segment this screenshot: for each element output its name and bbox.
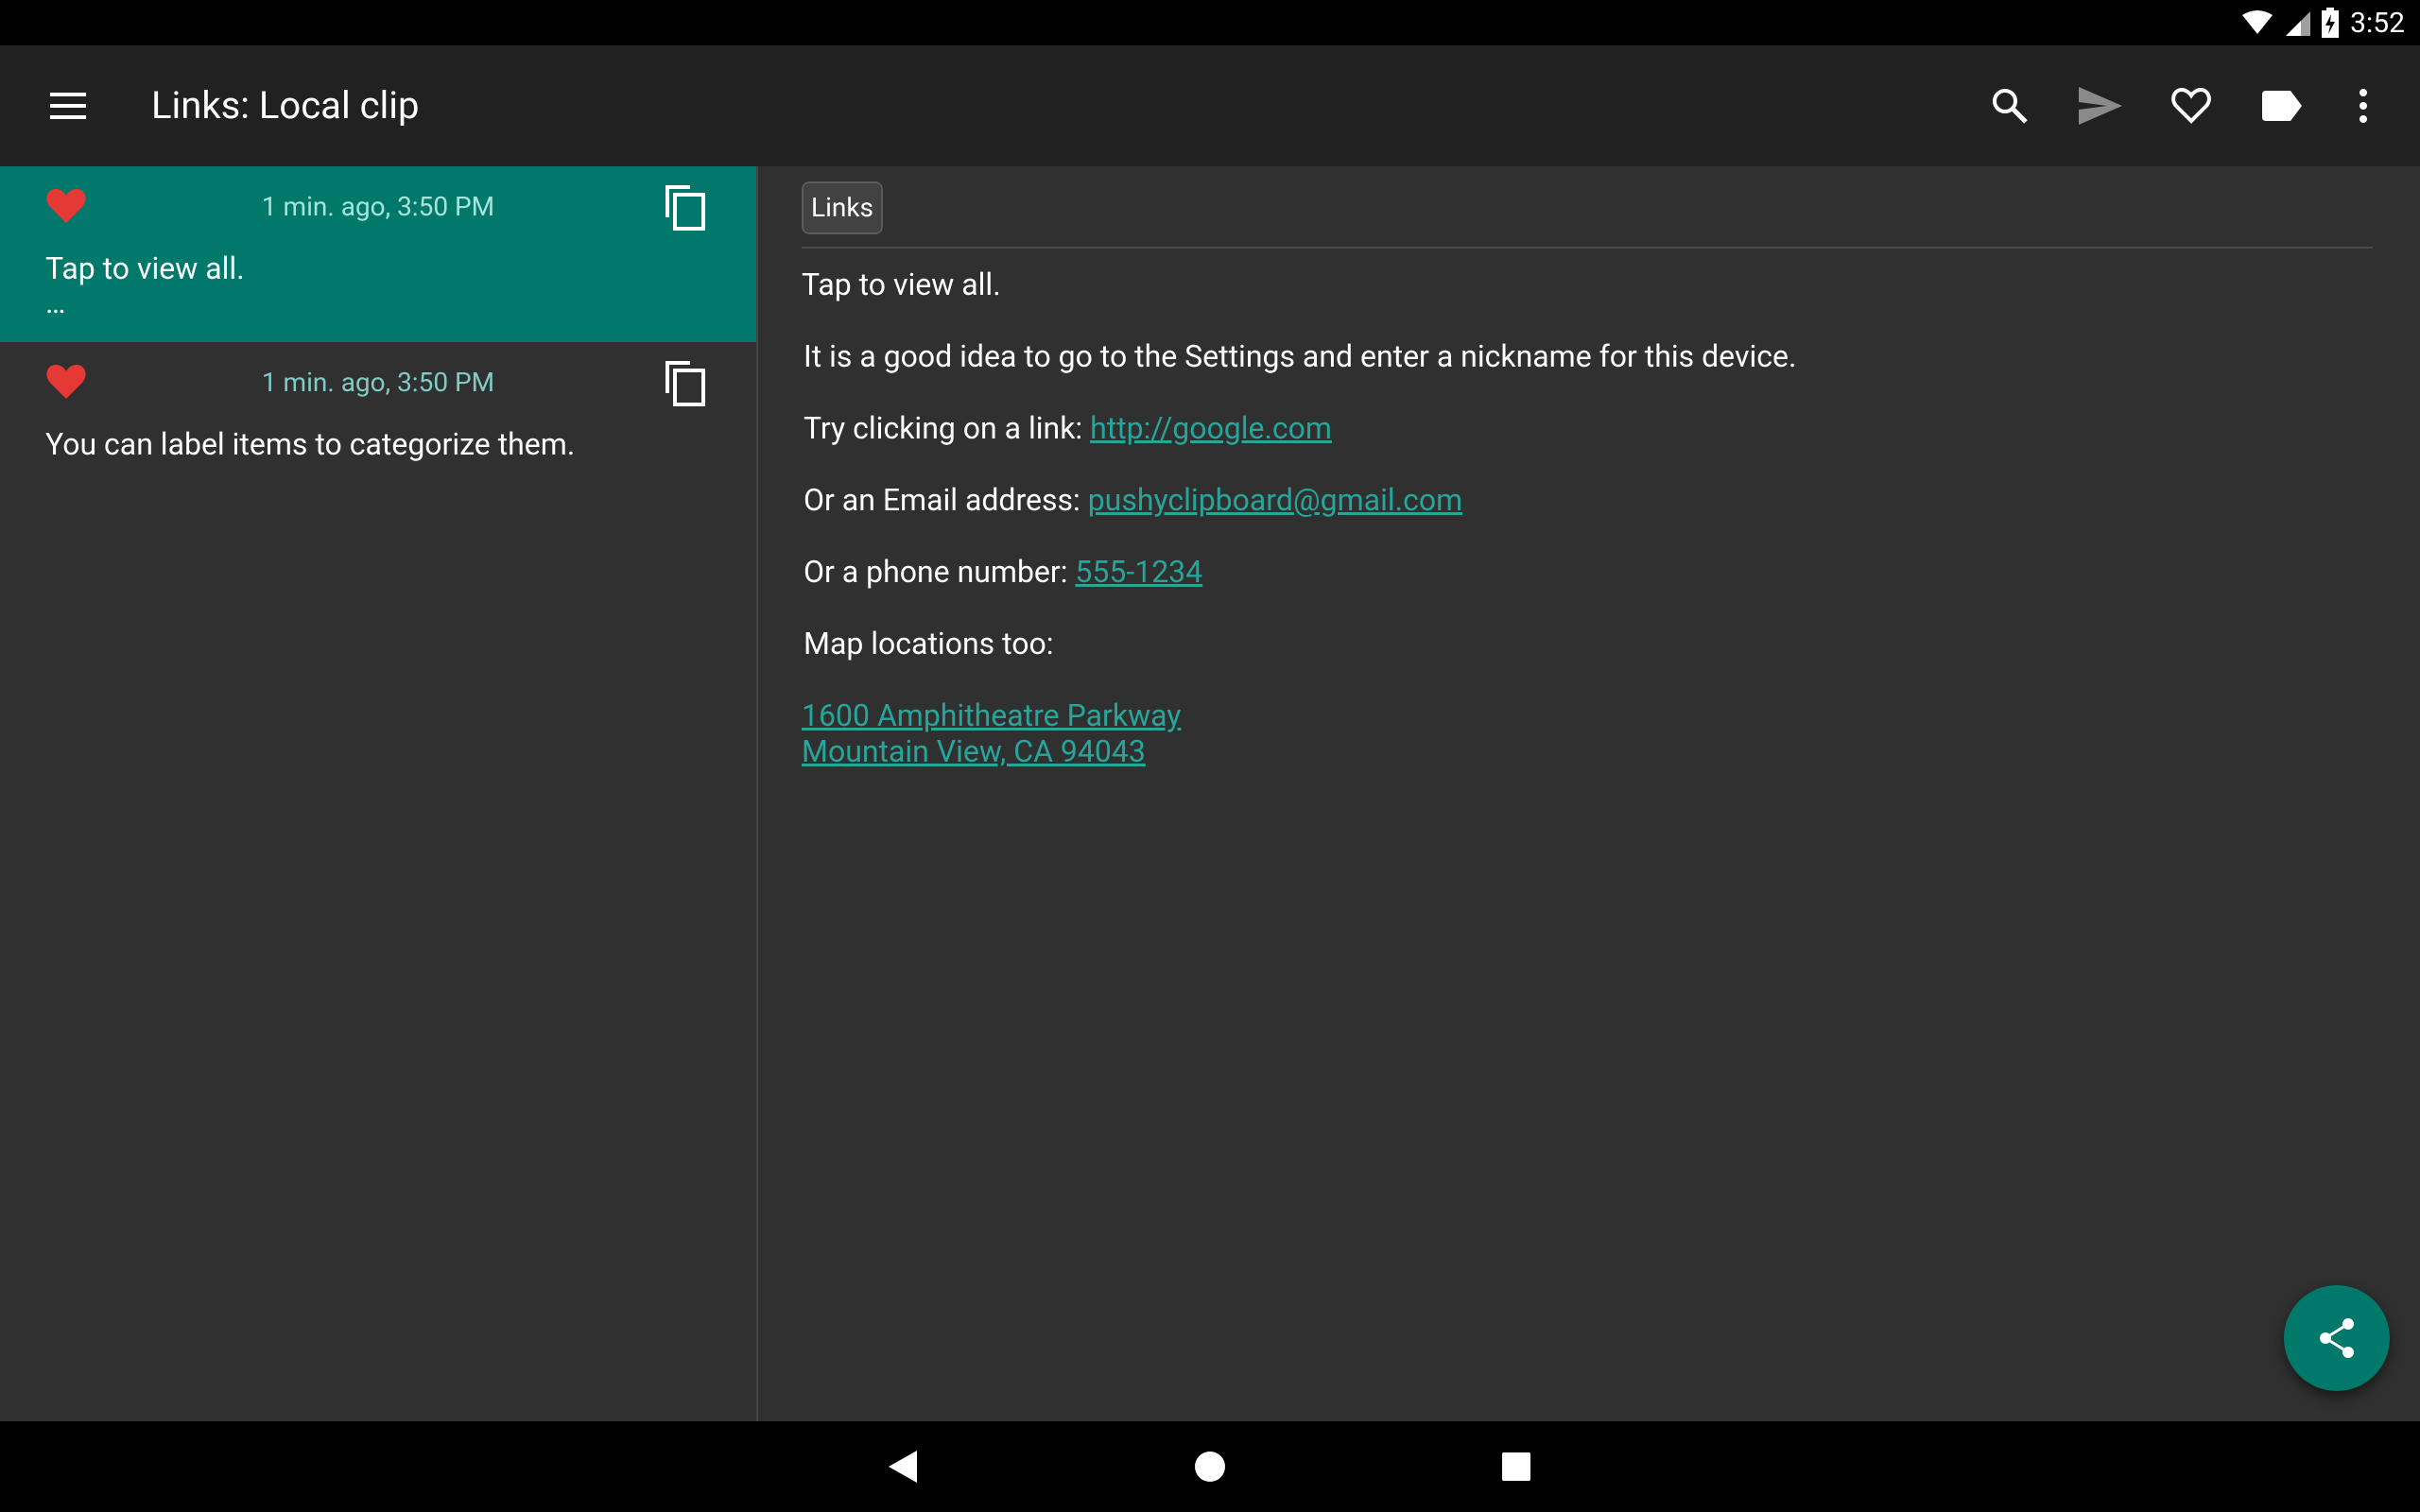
clip-list: 1 min. ago, 3:50 PM Tap to view all. … 1… xyxy=(0,166,756,1421)
page-title: Links: Local clip xyxy=(151,83,420,128)
detail-line-1: Tap to view all. xyxy=(802,266,1001,302)
list-item-clip-1[interactable]: 1 min. ago, 3:50 PM Tap to view all. … xyxy=(0,166,756,342)
overflow-menu-button[interactable] xyxy=(2333,76,2394,136)
status-icons: 3:52 xyxy=(2242,0,2405,45)
label-chip[interactable]: Links xyxy=(802,181,883,234)
detail-divider xyxy=(802,247,2373,249)
cell-signal-icon xyxy=(2286,11,2311,36)
battery-charging-icon xyxy=(2322,8,2340,38)
wifi-icon xyxy=(2242,10,2273,34)
search-icon xyxy=(1993,89,2028,124)
back-button[interactable] xyxy=(873,1436,934,1497)
label-button[interactable] xyxy=(2252,76,2312,136)
detail-line-3: Try clicking on a link: http://google.co… xyxy=(804,410,1332,446)
detail-line-5-label: Or a phone number: xyxy=(804,554,1076,590)
heart-filled-icon[interactable] xyxy=(45,187,87,225)
system-nav-bar xyxy=(0,1421,2420,1512)
clip-text: You can label items to categorize them. xyxy=(45,426,576,462)
recents-icon xyxy=(1502,1452,1530,1481)
recents-button[interactable] xyxy=(1486,1436,1547,1497)
send-button[interactable] xyxy=(2070,76,2131,136)
app-toolbar: Links: Local clip xyxy=(0,45,2420,166)
copy-icon[interactable] xyxy=(662,181,707,231)
phone-link[interactable]: 555-1234 xyxy=(1075,554,1202,590)
clip-text: Tap to view all. … xyxy=(45,250,245,320)
detail-line-4-label: Or an Email address: xyxy=(804,482,1088,518)
back-icon xyxy=(889,1451,917,1483)
detail-line-5: Or a phone number: 555-1234 xyxy=(804,554,1202,590)
list-item-clip-2[interactable]: 1 min. ago, 3:50 PM You can label items … xyxy=(0,342,756,518)
send-icon xyxy=(2079,87,2122,125)
copy-icon[interactable] xyxy=(662,357,707,406)
address-link[interactable]: 1600 Amphitheatre Parkway Mountain View, … xyxy=(802,697,1181,769)
search-button[interactable] xyxy=(1979,76,2040,136)
web-link[interactable]: http://google.com xyxy=(1090,410,1332,446)
detail-line-2: It is a good idea to go to the Settings … xyxy=(804,338,1797,374)
favorite-button[interactable] xyxy=(2161,76,2221,136)
heart-filled-icon[interactable] xyxy=(45,363,87,401)
address-line-2[interactable]: Mountain View, CA 94043 xyxy=(802,733,1146,769)
email-link[interactable]: pushyclipboard@gmail.com xyxy=(1088,482,1462,518)
menu-button[interactable] xyxy=(38,79,98,132)
share-icon xyxy=(2320,1318,2354,1358)
clip-timestamp: 1 min. ago, 3:50 PM xyxy=(261,367,495,398)
address-line-1[interactable]: 1600 Amphitheatre Parkway xyxy=(802,697,1181,733)
detail-line-4: Or an Email address: pushyclipboard@gmai… xyxy=(804,482,1462,518)
status-bar: 3:52 xyxy=(0,0,2420,45)
detail-line-6: Map locations too: xyxy=(804,626,1054,662)
menu-icon xyxy=(50,93,86,119)
home-button[interactable] xyxy=(1180,1436,1240,1497)
share-fab[interactable] xyxy=(2284,1285,2390,1391)
detail-line-3-label: Try clicking on a link: xyxy=(804,410,1091,446)
heart-outline-icon xyxy=(2171,88,2211,124)
more-vert-icon xyxy=(2360,89,2367,123)
status-time: 3:52 xyxy=(2350,6,2405,40)
home-icon xyxy=(1195,1452,1225,1482)
label-icon xyxy=(2262,91,2302,121)
clip-timestamp: 1 min. ago, 3:50 PM xyxy=(261,191,495,222)
